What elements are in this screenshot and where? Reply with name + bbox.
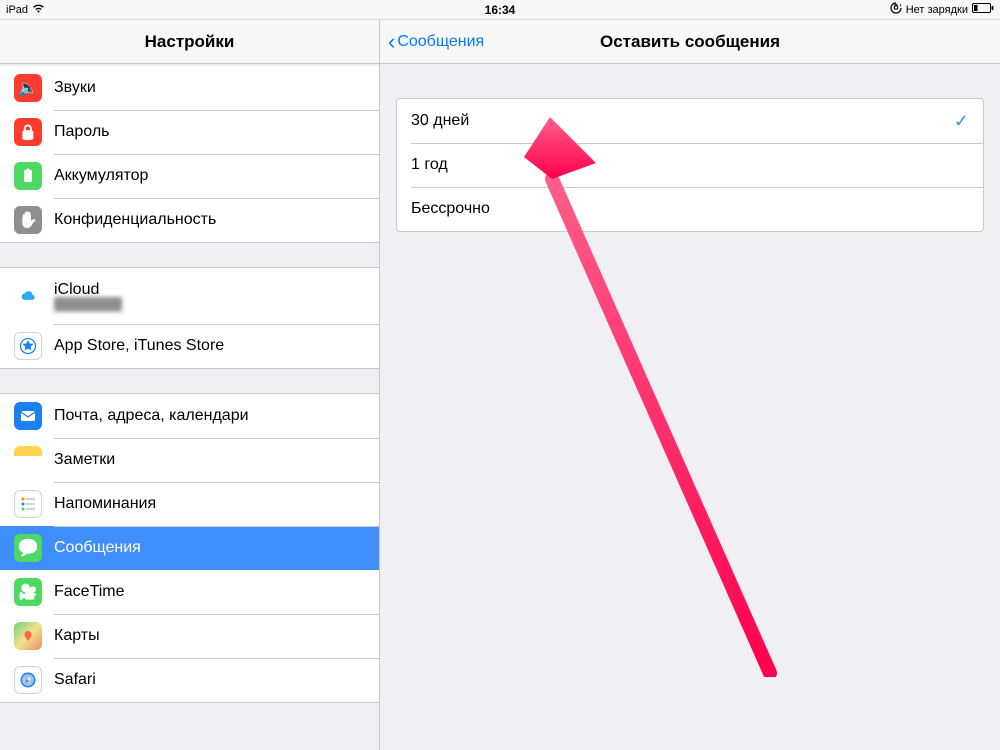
lock-icon xyxy=(14,118,42,146)
sidebar-item-facetime[interactable]: FaceTime xyxy=(0,570,379,614)
sidebar-item-label: Аккумулятор xyxy=(54,167,148,185)
sidebar-item-label: Пароль xyxy=(54,123,110,141)
chevron-left-icon: ‹ xyxy=(388,31,395,53)
device-label: iPad xyxy=(6,4,28,16)
mail-icon xyxy=(14,402,42,430)
icloud-account: ████████ xyxy=(54,297,122,311)
sidebar-item-label: Карты xyxy=(54,627,100,645)
reminders-icon xyxy=(14,490,42,518)
sidebar-item-sounds[interactable]: Звуки xyxy=(0,66,379,110)
appstore-icon xyxy=(14,332,42,360)
sidebar-item-maps[interactable]: Карты xyxy=(0,614,379,658)
safari-icon xyxy=(14,666,42,694)
back-label: Сообщения xyxy=(397,33,484,51)
sidebar-item-passcode[interactable]: Пароль xyxy=(0,110,379,154)
sidebar-item-label: Напоминания xyxy=(54,495,156,513)
notes-icon xyxy=(14,446,42,474)
sidebar-item-messages[interactable]: Сообщения xyxy=(0,526,379,570)
wifi-icon xyxy=(32,3,45,16)
back-button[interactable]: ‹ Сообщения xyxy=(380,31,484,53)
keep-messages-options: 30 дней ✓ 1 год Бессрочно xyxy=(396,98,984,232)
sidebar-item-privacy[interactable]: Конфиденциальность xyxy=(0,198,379,242)
option-forever[interactable]: Бессрочно xyxy=(397,187,983,231)
sidebar-item-label: Safari xyxy=(54,671,96,689)
sidebar-item-label: Сообщения xyxy=(54,539,141,557)
sidebar-item-appstore[interactable]: App Store, iTunes Store xyxy=(0,324,379,368)
checkmark-icon: ✓ xyxy=(954,111,969,132)
sidebar-item-reminders[interactable]: Напоминания xyxy=(0,482,379,526)
cloud-icon xyxy=(14,282,42,310)
sidebar[interactable]: Звуки Пароль Аккумулятор Конфиденциально… xyxy=(0,64,380,750)
battery-settings-icon xyxy=(14,162,42,190)
battery-icon xyxy=(972,3,994,16)
option-label: 1 год xyxy=(411,156,448,174)
sidebar-item-label: Звуки xyxy=(54,79,96,97)
sidebar-item-notes[interactable]: Заметки xyxy=(0,438,379,482)
option-30-days[interactable]: 30 дней ✓ xyxy=(397,99,983,143)
messages-icon xyxy=(14,534,42,562)
sidebar-item-label: Конфиденциальность xyxy=(54,211,216,229)
hand-icon xyxy=(14,206,42,234)
sidebar-item-label: Заметки xyxy=(54,451,115,469)
sidebar-item-safari[interactable]: Safari xyxy=(0,658,379,702)
option-label: Бессрочно xyxy=(411,200,490,218)
sidebar-item-label: FaceTime xyxy=(54,583,125,601)
clock: 16:34 xyxy=(485,3,516,17)
facetime-icon xyxy=(14,578,42,606)
detail-title: Оставить сообщения xyxy=(600,32,780,52)
rotation-lock-icon xyxy=(890,2,902,17)
option-1-year[interactable]: 1 год xyxy=(397,143,983,187)
charge-label: Нет зарядки xyxy=(906,4,968,16)
header-bar: Настройки ‹ Сообщения Оставить сообщения xyxy=(0,20,1000,64)
status-bar: iPad 16:34 Нет зарядки xyxy=(0,0,1000,20)
sidebar-item-icloud[interactable]: iCloud ████████ xyxy=(0,268,379,324)
speaker-icon xyxy=(14,74,42,102)
sidebar-item-label: Почта, адреса, календари xyxy=(54,407,249,425)
option-label: 30 дней xyxy=(411,112,469,130)
settings-title: Настройки xyxy=(0,20,380,63)
sidebar-item-mail[interactable]: Почта, адреса, календари xyxy=(0,394,379,438)
detail-pane: 30 дней ✓ 1 год Бессрочно xyxy=(380,64,1000,750)
sidebar-item-label: App Store, iTunes Store xyxy=(54,337,224,355)
maps-icon xyxy=(14,622,42,650)
sidebar-item-battery[interactable]: Аккумулятор xyxy=(0,154,379,198)
